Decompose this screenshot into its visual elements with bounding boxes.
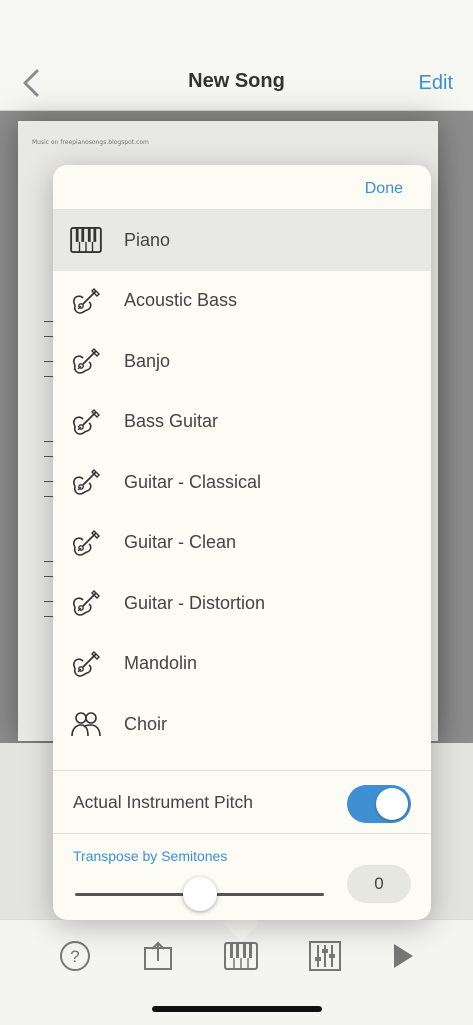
share-icon xyxy=(144,941,172,970)
instrument-button[interactable] xyxy=(223,938,259,974)
guitar-icon xyxy=(69,465,103,499)
piano-keys-icon xyxy=(69,223,103,257)
guitar-icon xyxy=(69,284,103,318)
instrument-item[interactable]: Banjo xyxy=(53,331,431,392)
instrument-item[interactable]: Guitar - Clean xyxy=(53,513,431,574)
play-icon xyxy=(394,944,413,968)
play-button[interactable] xyxy=(385,938,421,974)
transpose-label: Transpose by Semitones xyxy=(73,847,228,864)
instrument-item[interactable]: Piano xyxy=(53,210,431,271)
guitar-icon xyxy=(69,526,103,560)
sheet-credit: Music on freepianosongs.blogspot.com xyxy=(32,139,149,146)
instrument-item[interactable]: Bass Guitar xyxy=(53,392,431,453)
instrument-label: Choir xyxy=(124,713,168,734)
pitch-row: Actual Instrument Pitch xyxy=(53,771,431,834)
toggle-knob xyxy=(376,787,408,820)
instrument-popover: Done Piano Acoustic Bass Banjo Bass Guitar G… xyxy=(53,165,431,920)
instrument-item[interactable]: Choir xyxy=(53,694,431,755)
instrument-item[interactable]: Guitar - Distortion xyxy=(53,573,431,634)
instrument-label: Guitar - Classical xyxy=(124,471,262,492)
instrument-label: Banjo xyxy=(124,350,171,371)
pitch-label: Actual Instrument Pitch xyxy=(73,791,253,812)
transpose-value: 0 xyxy=(347,864,411,903)
help-icon: ? xyxy=(60,941,90,971)
done-button[interactable]: Done xyxy=(365,180,403,198)
transpose-section: Transpose by Semitones 0 xyxy=(53,834,431,921)
instrument-item[interactable]: Acoustic Bass xyxy=(53,271,431,332)
people-icon xyxy=(69,707,103,741)
guitar-icon xyxy=(69,344,103,378)
instrument-item[interactable]: Guitar - Classical xyxy=(53,452,431,513)
navigation-bar: New Song Edit xyxy=(0,0,473,111)
guitar-icon xyxy=(69,586,103,620)
help-button[interactable]: ? xyxy=(57,938,93,974)
guitar-icon xyxy=(69,405,103,439)
instrument-label: Mandolin xyxy=(124,653,198,674)
edit-button[interactable]: Edit xyxy=(419,72,453,95)
slider-thumb[interactable] xyxy=(182,876,217,911)
instrument-label: Bass Guitar xyxy=(124,411,219,432)
instrument-label: Guitar - Distortion xyxy=(124,592,266,613)
mixer-button[interactable] xyxy=(307,938,343,974)
instrument-list: Piano Acoustic Bass Banjo Bass Guitar Guitar… xyxy=(53,210,431,755)
guitar-icon xyxy=(69,647,103,681)
svg-text:?: ? xyxy=(70,947,79,966)
home-indicator xyxy=(152,1006,322,1012)
mixer-icon xyxy=(309,941,341,971)
instrument-label: Piano xyxy=(124,229,171,250)
instrument-label: Guitar - Clean xyxy=(124,532,237,553)
pitch-toggle[interactable] xyxy=(347,784,411,823)
share-button[interactable] xyxy=(140,938,176,974)
popover-header: Done xyxy=(53,165,431,210)
instrument-label: Acoustic Bass xyxy=(124,290,238,311)
piano-keys-icon xyxy=(224,942,258,970)
page-title: New Song xyxy=(188,70,285,92)
instrument-item[interactable]: Mandolin xyxy=(53,634,431,695)
